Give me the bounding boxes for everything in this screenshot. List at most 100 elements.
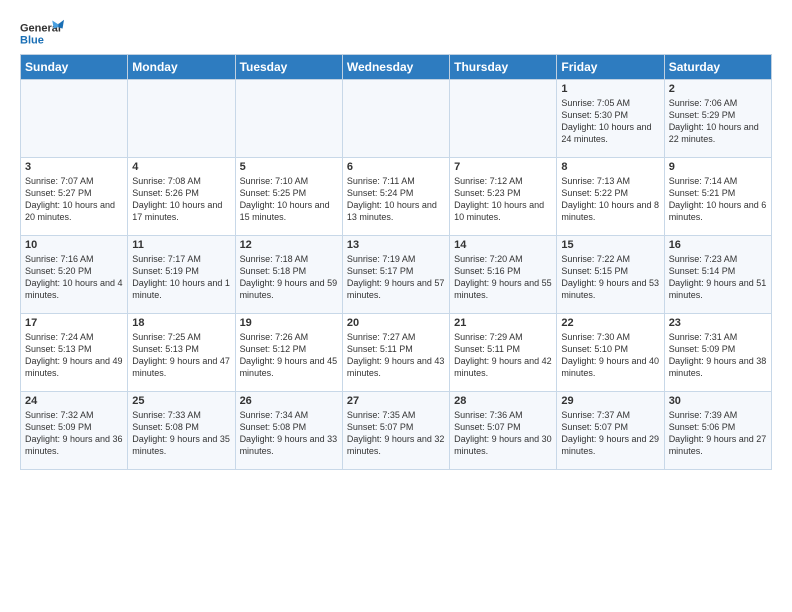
day-number: 13 (347, 239, 445, 251)
calendar-cell: 28Sunrise: 7:36 AM Sunset: 5:07 PM Dayli… (450, 392, 557, 470)
header: General Blue (20, 18, 772, 48)
calendar-cell: 24 Sunrise: 7:32 AM Sunset: 5:09 PM Dayli… (21, 392, 128, 470)
day-info: Sunrise: 7:12 AM Sunset: 5:23 PM Dayligh… (454, 175, 552, 224)
day-info: Sunrise: 7:23 AM Sunset: 5:14 PM Dayligh… (669, 253, 767, 302)
day-info: Sunrise: 7:22 AM Sunset: 5:15 PM Dayligh… (561, 253, 659, 302)
day-info: Sunrise: 7:13 AM Sunset: 5:22 PM Dayligh… (561, 175, 659, 224)
calendar-week-3: 17 Sunrise: 7:24 AM Sunset: 5:13 PM Dayli… (21, 314, 772, 392)
calendar-week-2: 10Sunrise: 7:16 AM Sunset: 5:20 PM Dayli… (21, 236, 772, 314)
calendar-cell: 10Sunrise: 7:16 AM Sunset: 5:20 PM Dayli… (21, 236, 128, 314)
calendar-cell: 15 Sunrise: 7:22 AM Sunset: 5:15 PM Dayli… (557, 236, 664, 314)
day-number: 25 (132, 395, 230, 407)
day-info: Sunrise: 7:18 AM Sunset: 5:18 PM Dayligh… (240, 253, 338, 302)
day-number: 14 (454, 239, 552, 251)
day-number: 23 (669, 317, 767, 329)
calendar-cell (450, 80, 557, 158)
calendar: SundayMondayTuesdayWednesdayThursdayFrid… (20, 54, 772, 470)
day-info: Sunrise: 7:34 AM Sunset: 5:08 PM Dayligh… (240, 409, 338, 458)
day-number: 2 (669, 83, 767, 95)
calendar-header-monday: Monday (128, 55, 235, 80)
day-number: 3 (25, 161, 123, 173)
day-number: 8 (561, 161, 659, 173)
calendar-cell: 17 Sunrise: 7:24 AM Sunset: 5:13 PM Dayli… (21, 314, 128, 392)
logo-icon: General Blue (20, 18, 64, 48)
day-info: Sunrise: 7:33 AM Sunset: 5:08 PM Dayligh… (132, 409, 230, 458)
day-number: 20 (347, 317, 445, 329)
day-number: 30 (669, 395, 767, 407)
calendar-cell: 9 Sunrise: 7:14 AM Sunset: 5:21 PM Daylig… (664, 158, 771, 236)
calendar-header-saturday: Saturday (664, 55, 771, 80)
day-info: Sunrise: 7:27 AM Sunset: 5:11 PM Dayligh… (347, 331, 445, 380)
day-number: 7 (454, 161, 552, 173)
day-info: Sunrise: 7:31 AM Sunset: 5:09 PM Dayligh… (669, 331, 767, 380)
day-number: 4 (132, 161, 230, 173)
calendar-header-wednesday: Wednesday (342, 55, 449, 80)
day-info: Sunrise: 7:14 AM Sunset: 5:21 PM Dayligh… (669, 175, 767, 224)
day-info: Sunrise: 7:25 AM Sunset: 5:13 PM Dayligh… (132, 331, 230, 380)
day-info: Sunrise: 7:26 AM Sunset: 5:12 PM Dayligh… (240, 331, 338, 380)
day-info: Sunrise: 7:32 AM Sunset: 5:09 PM Dayligh… (25, 409, 123, 458)
calendar-cell: 6 Sunrise: 7:11 AM Sunset: 5:24 PM Daylig… (342, 158, 449, 236)
day-info: Sunrise: 7:06 AM Sunset: 5:29 PM Dayligh… (669, 97, 767, 146)
day-info: Sunrise: 7:24 AM Sunset: 5:13 PM Dayligh… (25, 331, 123, 380)
calendar-cell: 23 Sunrise: 7:31 AM Sunset: 5:09 PM Dayli… (664, 314, 771, 392)
day-number: 21 (454, 317, 552, 329)
day-info: Sunrise: 7:10 AM Sunset: 5:25 PM Dayligh… (240, 175, 338, 224)
day-number: 6 (347, 161, 445, 173)
day-number: 24 (25, 395, 123, 407)
calendar-cell: 1 Sunrise: 7:05 AM Sunset: 5:30 PM Daylig… (557, 80, 664, 158)
calendar-header-sunday: Sunday (21, 55, 128, 80)
day-number: 9 (669, 161, 767, 173)
day-info: Sunrise: 7:05 AM Sunset: 5:30 PM Dayligh… (561, 97, 659, 146)
day-number: 12 (240, 239, 338, 251)
calendar-cell: 12 Sunrise: 7:18 AM Sunset: 5:18 PM Dayli… (235, 236, 342, 314)
day-number: 16 (669, 239, 767, 251)
calendar-cell: 4 Sunrise: 7:08 AM Sunset: 5:26 PM Daylig… (128, 158, 235, 236)
calendar-cell: 5 Sunrise: 7:10 AM Sunset: 5:25 PM Daylig… (235, 158, 342, 236)
day-info: Sunrise: 7:37 AM Sunset: 5:07 PM Dayligh… (561, 409, 659, 458)
calendar-cell: 27 Sunrise: 7:35 AM Sunset: 5:07 PM Dayli… (342, 392, 449, 470)
calendar-cell: 30 Sunrise: 7:39 AM Sunset: 5:06 PM Dayli… (664, 392, 771, 470)
calendar-cell: 14 Sunrise: 7:20 AM Sunset: 5:16 PM Dayli… (450, 236, 557, 314)
calendar-header-thursday: Thursday (450, 55, 557, 80)
day-info: Sunrise: 7:11 AM Sunset: 5:24 PM Dayligh… (347, 175, 445, 224)
day-info: Sunrise: 7:36 AM Sunset: 5:07 PM Dayligh… (454, 409, 552, 458)
svg-text:Blue: Blue (20, 34, 44, 46)
calendar-cell: 20 Sunrise: 7:27 AM Sunset: 5:11 PM Dayli… (342, 314, 449, 392)
day-info: Sunrise: 7:08 AM Sunset: 5:26 PM Dayligh… (132, 175, 230, 224)
page: General Blue SundayMondayTuesdayWednesda… (0, 0, 792, 480)
calendar-cell: 2 Sunrise: 7:06 AM Sunset: 5:29 PM Daylig… (664, 80, 771, 158)
day-number: 29 (561, 395, 659, 407)
day-number: 10 (25, 239, 123, 251)
day-info: Sunrise: 7:29 AM Sunset: 5:11 PM Dayligh… (454, 331, 552, 380)
calendar-cell: 18Sunrise: 7:25 AM Sunset: 5:13 PM Dayli… (128, 314, 235, 392)
calendar-week-1: 3Sunrise: 7:07 AM Sunset: 5:27 PM Daylig… (21, 158, 772, 236)
calendar-header-tuesday: Tuesday (235, 55, 342, 80)
calendar-cell: 29 Sunrise: 7:37 AM Sunset: 5:07 PM Dayli… (557, 392, 664, 470)
calendar-cell (21, 80, 128, 158)
day-number: 17 (25, 317, 123, 329)
day-number: 27 (347, 395, 445, 407)
calendar-cell: 16 Sunrise: 7:23 AM Sunset: 5:14 PM Dayli… (664, 236, 771, 314)
calendar-cell: 25 Sunrise: 7:33 AM Sunset: 5:08 PM Dayli… (128, 392, 235, 470)
calendar-week-0: 1 Sunrise: 7:05 AM Sunset: 5:30 PM Daylig… (21, 80, 772, 158)
day-info: Sunrise: 7:39 AM Sunset: 5:06 PM Dayligh… (669, 409, 767, 458)
calendar-cell: 21 Sunrise: 7:29 AM Sunset: 5:11 PM Dayli… (450, 314, 557, 392)
day-number: 11 (132, 239, 230, 251)
calendar-cell: 7 Sunrise: 7:12 AM Sunset: 5:23 PM Daylig… (450, 158, 557, 236)
day-info: Sunrise: 7:19 AM Sunset: 5:17 PM Dayligh… (347, 253, 445, 302)
calendar-cell (128, 80, 235, 158)
calendar-cell (235, 80, 342, 158)
calendar-cell: 3Sunrise: 7:07 AM Sunset: 5:27 PM Daylig… (21, 158, 128, 236)
day-number: 5 (240, 161, 338, 173)
day-info: Sunrise: 7:17 AM Sunset: 5:19 PM Dayligh… (132, 253, 230, 302)
day-number: 15 (561, 239, 659, 251)
day-info: Sunrise: 7:30 AM Sunset: 5:10 PM Dayligh… (561, 331, 659, 380)
calendar-header-friday: Friday (557, 55, 664, 80)
day-info: Sunrise: 7:20 AM Sunset: 5:16 PM Dayligh… (454, 253, 552, 302)
day-number: 22 (561, 317, 659, 329)
day-info: Sunrise: 7:35 AM Sunset: 5:07 PM Dayligh… (347, 409, 445, 458)
calendar-cell: 22 Sunrise: 7:30 AM Sunset: 5:10 PM Dayli… (557, 314, 664, 392)
calendar-cell: 19Sunrise: 7:26 AM Sunset: 5:12 PM Dayli… (235, 314, 342, 392)
day-number: 1 (561, 83, 659, 95)
